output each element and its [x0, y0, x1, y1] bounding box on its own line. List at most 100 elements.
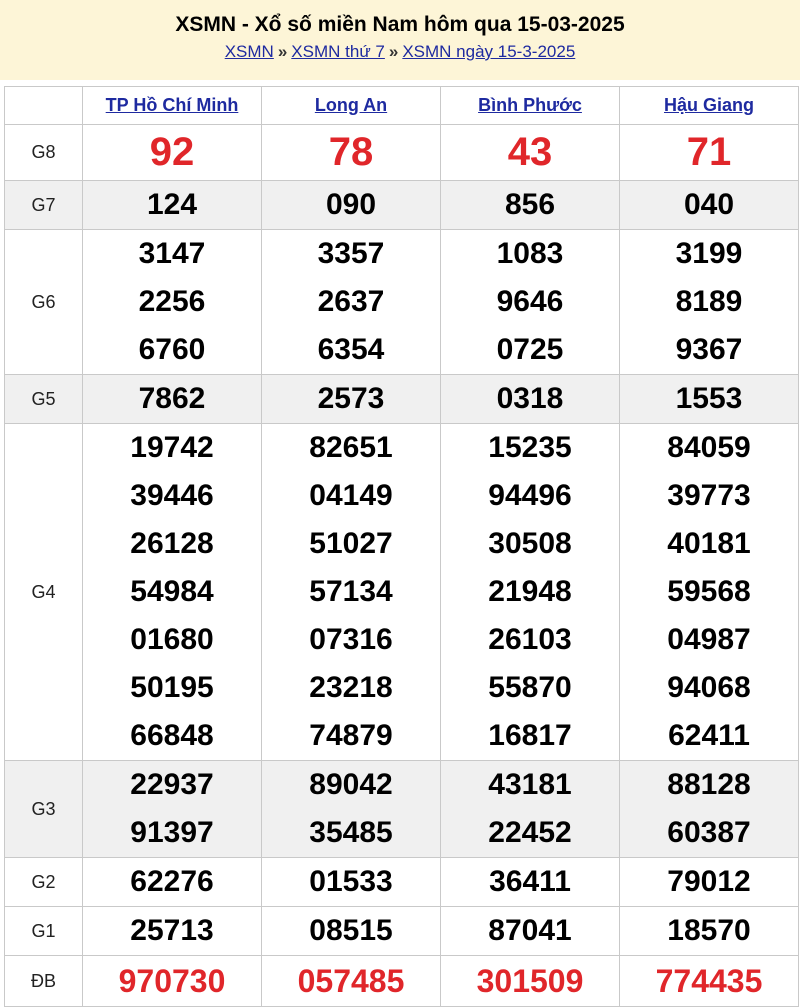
prize-number: 39446 — [130, 479, 214, 512]
prize-number: 04149 — [309, 479, 393, 512]
province-link-hau-giang[interactable]: Hậu Giang — [664, 95, 754, 115]
prize-row-g1: G1 25713 08515 87041 18570 — [4, 906, 799, 956]
prize-cell: 3357 2637 6354 — [261, 229, 441, 375]
prize-cell: 62276 — [82, 857, 262, 907]
prize-number: 3199 — [675, 237, 743, 270]
prize-number: 57134 — [309, 575, 393, 608]
prize-row-g4: G4 19742 39446 26128 54984 01680 50195 66848 826… — [4, 423, 799, 761]
prize-cell: 22937 91397 — [82, 760, 262, 858]
page-header: XSMN - Xổ số miền Nam hôm qua 15-03-2025… — [0, 0, 800, 80]
prize-number: 057485 — [297, 963, 405, 999]
province-header: Hậu Giang — [619, 86, 799, 125]
prize-cell: 057485 — [261, 955, 441, 1007]
prize-label: G3 — [4, 760, 83, 858]
prize-number: 1083 — [496, 237, 564, 270]
prize-cell: 1553 — [619, 374, 799, 424]
prize-number: 66848 — [130, 719, 214, 752]
prize-number: 2637 — [317, 285, 385, 318]
prize-number: 0318 — [496, 382, 564, 415]
prize-number: 8189 — [675, 285, 743, 318]
prize-number: 15235 — [488, 431, 572, 464]
prize-number: 090 — [325, 188, 377, 221]
breadcrumb-link-xsmn[interactable]: XSMN — [225, 42, 274, 61]
prize-label: G2 — [4, 857, 83, 907]
prize-cell: 43 — [440, 124, 620, 181]
prize-cell: 15235 94496 30508 21948 26103 55870 16817 — [440, 423, 620, 761]
prize-cell: 87041 — [440, 906, 620, 956]
prize-number: 856 — [504, 188, 556, 221]
prize-number: 88128 — [667, 768, 751, 801]
prize-number: 43 — [507, 130, 553, 174]
breadcrumb-link-weekday[interactable]: XSMN thứ 7 — [291, 42, 385, 61]
prize-cell: 78 — [261, 124, 441, 181]
prize-number: 9646 — [496, 285, 564, 318]
prize-cell: 25713 — [82, 906, 262, 956]
prize-number: 54984 — [130, 575, 214, 608]
breadcrumb-separator: » — [277, 42, 288, 61]
prize-cell: 1083 9646 0725 — [440, 229, 620, 375]
prize-number: 7862 — [138, 382, 206, 415]
prize-label: G6 — [4, 229, 83, 375]
prize-number: 22937 — [130, 768, 214, 801]
prize-number: 25713 — [130, 914, 214, 947]
prize-number: 26103 — [488, 623, 572, 656]
prize-number: 01533 — [309, 865, 393, 898]
province-link-hcm[interactable]: TP Hồ Chí Minh — [106, 95, 239, 115]
prize-label: G4 — [4, 423, 83, 761]
prize-cell: 71 — [619, 124, 799, 181]
prize-number: 124 — [146, 188, 198, 221]
prize-number: 19742 — [130, 431, 214, 464]
page-title: XSMN - Xổ số miền Nam hôm qua 15-03-2025 — [175, 13, 625, 36]
prize-number: 92 — [149, 130, 195, 174]
prize-cell: 79012 — [619, 857, 799, 907]
prize-number: 50195 — [130, 671, 214, 704]
prize-cell: 89042 35485 — [261, 760, 441, 858]
province-link-long-an[interactable]: Long An — [315, 95, 387, 115]
prize-number: 62276 — [130, 865, 214, 898]
prize-row-g3: G3 22937 91397 89042 35485 43181 22452 88128 603… — [4, 760, 799, 858]
prize-number: 3357 — [317, 237, 385, 270]
prize-row-g2: G2 62276 01533 36411 79012 — [4, 857, 799, 907]
prize-number: 22452 — [488, 816, 572, 849]
breadcrumb: XSMN» XSMN thứ 7» XSMN ngày 15-3-2025 — [0, 41, 800, 63]
breadcrumb-link-date[interactable]: XSMN ngày 15-3-2025 — [402, 42, 575, 61]
prize-row-g6: G6 3147 2256 6760 3357 2637 6354 1083 9646 0725 31… — [4, 229, 799, 375]
prize-cell: 36411 — [440, 857, 620, 907]
prize-number: 55870 — [488, 671, 572, 704]
prize-number: 04987 — [667, 623, 751, 656]
prize-cell: 08515 — [261, 906, 441, 956]
prize-cell: 124 — [82, 180, 262, 230]
results-table: TP Hồ Chí Minh Long An Bình Phước Hậu Gi… — [4, 86, 799, 1007]
prize-cell: 43181 22452 — [440, 760, 620, 858]
prize-number: 26128 — [130, 527, 214, 560]
prize-number: 89042 — [309, 768, 393, 801]
prize-cell: 856 — [440, 180, 620, 230]
prize-number: 01680 — [130, 623, 214, 656]
prize-number: 301509 — [476, 963, 584, 999]
prize-number: 18570 — [667, 914, 751, 947]
prize-number: 23218 — [309, 671, 393, 704]
prize-cell: 970730 — [82, 955, 262, 1007]
prize-number: 84059 — [667, 431, 751, 464]
prize-number: 040 — [683, 188, 735, 221]
province-link-binh-phuoc[interactable]: Bình Phước — [478, 95, 582, 115]
prize-number: 9367 — [675, 333, 743, 366]
prize-label: G7 — [4, 180, 83, 230]
prize-number: 08515 — [309, 914, 393, 947]
prize-cell: 84059 39773 40181 59568 04987 94068 62411 — [619, 423, 799, 761]
prize-number: 970730 — [118, 963, 226, 999]
prize-cell: 19742 39446 26128 54984 01680 50195 66848 — [82, 423, 262, 761]
prize-number: 6354 — [317, 333, 385, 366]
prize-label: ĐB — [4, 955, 83, 1007]
province-header: TP Hồ Chí Minh — [82, 86, 262, 125]
prize-number: 59568 — [667, 575, 751, 608]
prize-number: 78 — [328, 130, 374, 174]
corner-cell — [4, 86, 83, 125]
prize-number: 1553 — [675, 382, 743, 415]
prize-number: 6760 — [138, 333, 206, 366]
prize-cell: 92 — [82, 124, 262, 181]
prize-cell: 3199 8189 9367 — [619, 229, 799, 375]
prize-label: G5 — [4, 374, 83, 424]
prize-cell: 88128 60387 — [619, 760, 799, 858]
prize-label: G8 — [4, 124, 83, 181]
